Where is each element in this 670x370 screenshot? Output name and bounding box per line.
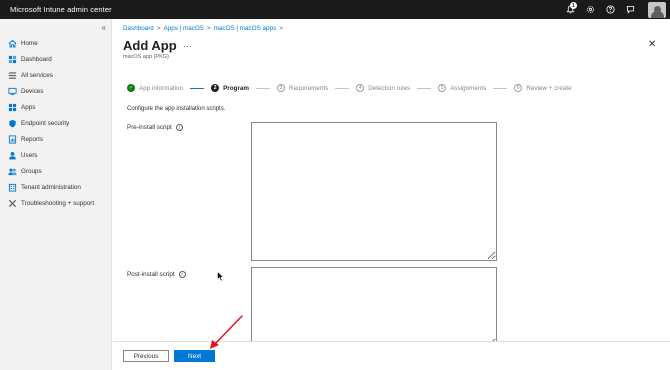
annotation-arrow-icon <box>210 315 243 349</box>
sidebar-item-label: Home <box>21 39 38 47</box>
step-label: Requirements <box>289 84 329 92</box>
info-icon[interactable]: i <box>178 271 186 278</box>
sidebar-item-label: Dashboard <box>21 55 52 63</box>
tenant-admin-icon <box>8 183 17 192</box>
sidebar-item-all-services[interactable]: All services <box>0 67 112 83</box>
step-detection-rules[interactable]: 4 Detection rules <box>356 84 410 92</box>
dashboard-icon <box>8 55 17 64</box>
sidebar-item-reports[interactable]: Reports <box>0 131 112 147</box>
shield-icon <box>8 119 17 128</box>
devices-icon <box>8 87 17 96</box>
close-button[interactable]: ✕ <box>648 39 656 50</box>
notifications-button[interactable]: 1 <box>560 0 580 19</box>
breadcrumb-separator: > <box>156 25 161 32</box>
user-icon <box>8 151 17 160</box>
step-review-create[interactable]: 6 Review + create <box>514 84 572 92</box>
feedback-button[interactable] <box>620 0 640 19</box>
sidebar-item-troubleshooting[interactable]: Troubleshooting + support <box>0 195 112 211</box>
info-icon[interactable]: i <box>175 124 183 131</box>
apps-icon <box>8 103 17 112</box>
sidebar-item-label: All services <box>21 71 53 79</box>
sidebar-item-label: Reports <box>21 135 44 143</box>
settings-button[interactable] <box>580 0 600 19</box>
footer-bar: Previous Next <box>113 341 670 370</box>
sidebar-item-devices[interactable]: Devices <box>0 83 112 99</box>
mouse-cursor-icon <box>217 271 225 282</box>
step-label: Review + create <box>526 84 572 92</box>
breadcrumb-apps-macos[interactable]: Apps | macOS <box>164 25 204 32</box>
step-requirements[interactable]: 3 Requirements <box>277 84 328 92</box>
pre-install-script-input[interactable] <box>251 122 497 261</box>
top-bar: Microsoft Intune admin center 1 <box>0 0 670 19</box>
page-subtitle: macOS app (PKG) <box>123 54 169 60</box>
step-assignments[interactable]: 5 Assignments <box>438 84 486 92</box>
sidebar-item-home[interactable]: Home <box>0 35 112 51</box>
step-connector <box>190 87 205 89</box>
step-connector <box>335 87 350 89</box>
reports-icon <box>8 134 17 144</box>
sidebar-nav: Home Dashboard All services Devices Apps… <box>0 35 112 211</box>
gear-icon <box>586 6 594 13</box>
home-icon <box>8 39 17 48</box>
step-number: 4 <box>356 84 365 92</box>
help-button[interactable] <box>600 0 620 19</box>
step-app-information[interactable]: ✓ App information <box>127 84 183 92</box>
wrench-icon <box>8 199 17 208</box>
groups-icon <box>8 167 17 176</box>
main-panel: Dashboard > Apps | macOS > macOS | macOS app… <box>113 19 670 370</box>
sidebar-item-groups[interactable]: Groups <box>0 163 112 179</box>
all-services-icon <box>8 71 17 80</box>
step-number: 3 <box>277 84 286 92</box>
help-icon <box>605 5 615 14</box>
step-label: Detection rules <box>368 84 411 92</box>
sidebar: « Home Dashboard All services Devices Ap… <box>0 19 112 370</box>
sidebar-item-label: Tenant administration <box>21 183 81 191</box>
step-label: App information <box>139 84 184 92</box>
breadcrumb-separator: > <box>279 25 283 32</box>
step-label: Program <box>223 84 250 92</box>
post-install-label-text: Post-install script <box>127 271 175 278</box>
more-options-button[interactable]: ··· <box>183 41 192 51</box>
step-number: 2 <box>211 84 220 92</box>
notification-badge: 1 <box>570 2 577 9</box>
avatar-head <box>653 5 661 13</box>
pre-install-label-text: Pre-install script <box>127 124 172 131</box>
sidebar-item-endpoint-security[interactable]: Endpoint security <box>0 115 112 131</box>
pre-install-label: Pre-install script i <box>127 124 183 131</box>
sidebar-item-label: Troubleshooting + support <box>21 199 95 207</box>
collapse-sidebar-button[interactable]: « <box>102 23 106 32</box>
step-connector <box>256 87 271 89</box>
sidebar-item-tenant-administration[interactable]: Tenant administration <box>0 179 112 195</box>
step-connector <box>493 87 508 89</box>
post-install-label: Post-install script i <box>127 271 186 278</box>
breadcrumb-macos-apps[interactable]: macOS | macOS apps <box>214 25 277 32</box>
step-connector <box>417 87 432 89</box>
step-program[interactable]: 2 Program <box>211 84 249 92</box>
instructions-text: Configure the app installation scripts. <box>127 106 226 112</box>
sidebar-item-label: Groups <box>21 167 42 175</box>
step-number: 5 <box>438 84 447 92</box>
step-label: Assignments <box>450 84 487 92</box>
previous-button[interactable]: Previous <box>123 350 169 362</box>
breadcrumb-separator: > <box>206 25 211 32</box>
sidebar-item-label: Apps <box>21 103 36 111</box>
sidebar-item-label: Devices <box>21 87 44 95</box>
breadcrumb-dashboard[interactable]: Dashboard <box>123 25 154 32</box>
app-title[interactable]: Microsoft Intune admin center <box>10 5 112 14</box>
avatar[interactable] <box>648 1 666 18</box>
wizard-steps: ✓ App information 2 Program 3 Requiremen… <box>127 84 572 92</box>
sidebar-item-label: Endpoint security <box>21 119 70 127</box>
step-number: 6 <box>514 84 523 92</box>
feedback-icon <box>626 5 634 14</box>
sidebar-item-dashboard[interactable]: Dashboard <box>0 51 112 67</box>
step-check-icon: ✓ <box>127 84 135 92</box>
post-install-script-input[interactable] <box>251 267 497 347</box>
top-bar-icons: 1 <box>560 0 670 19</box>
sidebar-item-label: Users <box>21 151 38 159</box>
sidebar-item-users[interactable]: Users <box>0 147 112 163</box>
sidebar-item-apps[interactable]: Apps <box>0 99 112 115</box>
breadcrumb: Dashboard > Apps | macOS > macOS | macOS app… <box>123 25 286 32</box>
page-title: Add App <box>123 38 177 53</box>
